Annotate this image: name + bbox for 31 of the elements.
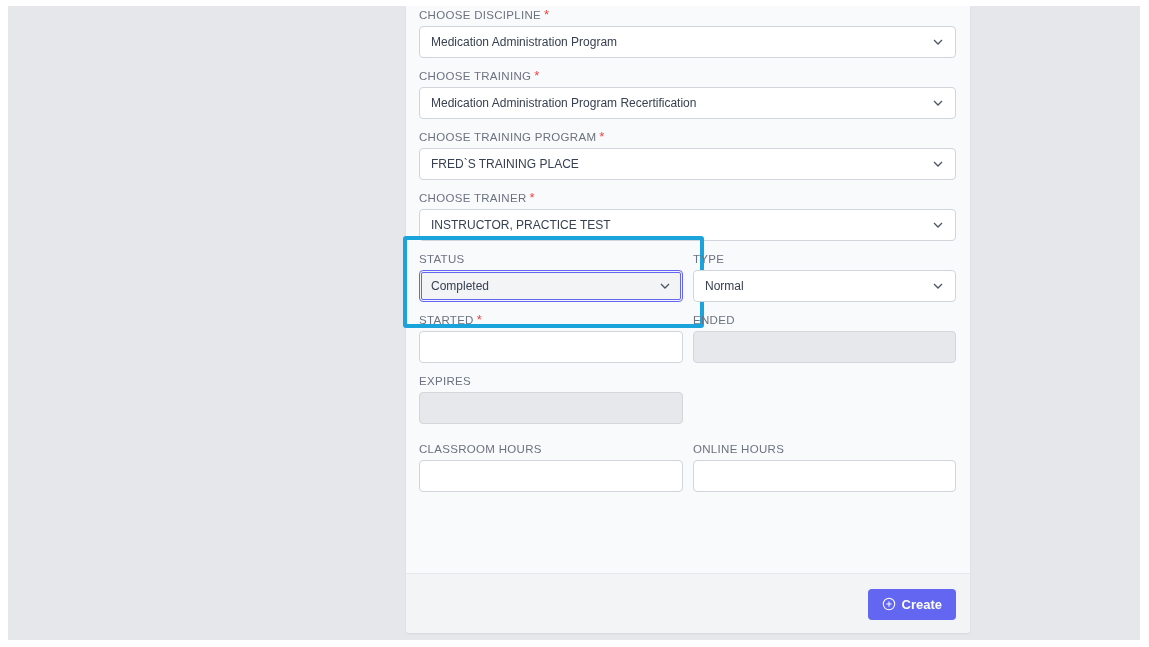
select-field[interactable]: FRED`S TRAINING PLACE [419,148,956,180]
create-button[interactable]: Create [867,588,956,620]
field-label: EXPIRES [419,375,471,388]
field-label: CHOOSE DISCIPLINE [419,9,542,22]
chevron-down-icon [933,222,943,228]
input-field[interactable] [693,460,956,492]
field-label: CHOOSE TRAINING [419,70,532,83]
input-field[interactable] [419,460,683,492]
chevron-down-icon [933,39,943,45]
field-label: CLASSROOM HOURS [419,443,542,456]
select-field[interactable]: INSTRUCTOR, PRACTICE TEST [419,209,956,241]
select-field[interactable]: Medication Administration Program Recertification [419,87,956,119]
chevron-down-icon [660,283,670,289]
required-mark: * [534,70,540,82]
field-label: ONLINE HOURS [693,443,785,456]
field-label: CHOOSE TRAINING PROGRAM [419,131,597,144]
input-field[interactable] [419,331,683,363]
select-field[interactable]: Normal [693,270,956,302]
chevron-down-icon [933,161,943,167]
select-field[interactable]: Medication Administration Program [419,26,956,58]
required-mark: * [544,9,550,21]
field-label: STARTED [419,314,474,327]
plus-circle-icon [881,597,896,611]
required-mark: * [476,314,482,326]
chevron-down-icon [933,100,943,106]
required-mark: * [529,192,535,204]
select-field[interactable]: Completed [419,270,683,302]
field-label: CHOOSE TRAINER [419,192,527,205]
chevron-down-icon [933,283,943,289]
field-label: STATUS [419,253,465,266]
required-mark: * [599,131,605,143]
